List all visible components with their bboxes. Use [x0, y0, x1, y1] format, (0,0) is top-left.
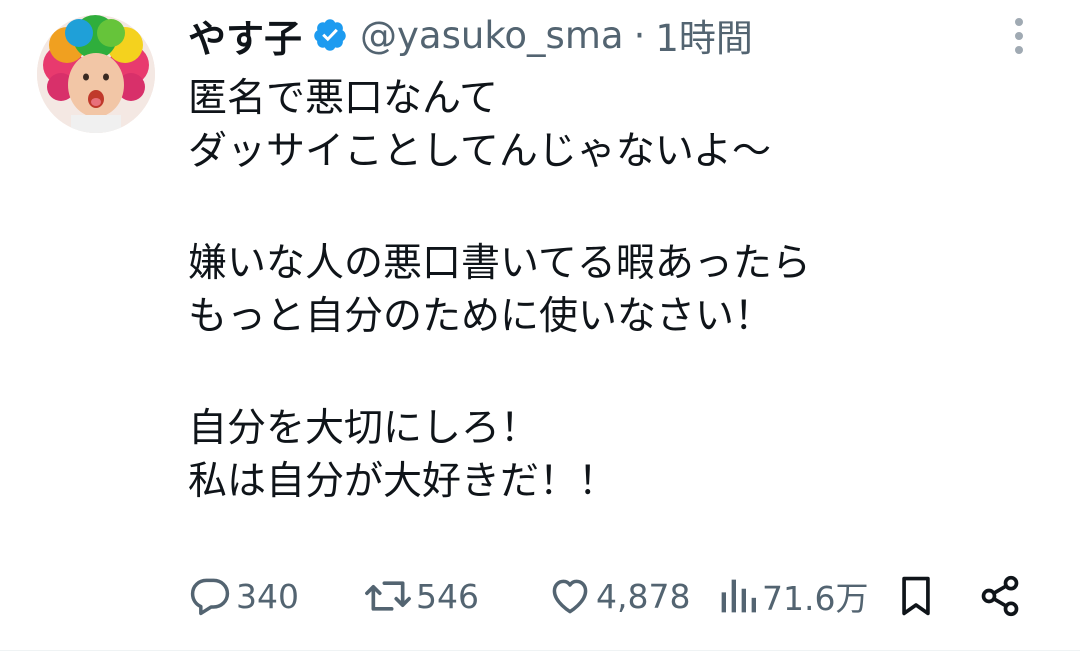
tweet-text-line: 匿名で悪口なんて [188, 76, 499, 121]
tweet-text-line: 自分を大切にしろ！ [188, 406, 540, 451]
avatar-image [37, 15, 155, 133]
share-button[interactable] [978, 568, 1022, 624]
tweet: やす子 @yasuko_sma · 1時間 匿名で悪口なんて ダッサイことしてん… [0, 0, 1080, 656]
tweet-timestamp[interactable]: 1時間 [655, 8, 753, 62]
reply-button[interactable]: 340 [188, 568, 299, 624]
views-button[interactable]: 71.6万 [718, 568, 868, 624]
heart-icon [552, 579, 588, 614]
bookmark-icon [902, 576, 930, 616]
author-name[interactable]: やす子 [188, 8, 302, 63]
tweet-text-line: ダッサイことしてんじゃないよ～ [188, 129, 772, 174]
tweet-text-line: もっと自分のために使いなさい！ [188, 294, 774, 339]
more-dot [1015, 18, 1023, 26]
views-count: 71.6万 [762, 579, 869, 618]
tweet-text-line: 嫌いな人の悪口書いてる暇あったら [188, 241, 811, 286]
views-icon [721, 579, 756, 613]
tweet-text-line: 私は自分が大好きだ！！ [188, 459, 618, 504]
like-button[interactable]: 4,878 [548, 568, 690, 624]
avatar[interactable] [37, 15, 155, 133]
header-separator: · [633, 13, 646, 57]
action-bar: 340 546 4,878 71.6万 [188, 568, 1038, 624]
bookmark-button[interactable] [894, 568, 938, 624]
tweet-text: 匿名で悪口なんて ダッサイことしてんじゃないよ～ 嫌いな人の悪口書いてる暇あった… [188, 72, 1048, 508]
more-options-icon[interactable] [1004, 14, 1034, 58]
retweet-icon [365, 581, 411, 611]
retweet-button[interactable]: 546 [364, 568, 479, 624]
more-dot [1015, 46, 1023, 54]
verified-badge-icon [314, 19, 346, 51]
share-icon [981, 575, 1019, 617]
reply-count: 340 [236, 576, 299, 616]
author-handle[interactable]: @yasuko_sma [360, 14, 624, 57]
divider [0, 650, 1080, 651]
like-count: 4,878 [596, 576, 691, 616]
more-dot [1015, 32, 1023, 40]
reply-icon [190, 578, 230, 616]
tweet-header: やす子 @yasuko_sma · 1時間 [188, 8, 753, 63]
retweet-count: 546 [416, 576, 479, 616]
